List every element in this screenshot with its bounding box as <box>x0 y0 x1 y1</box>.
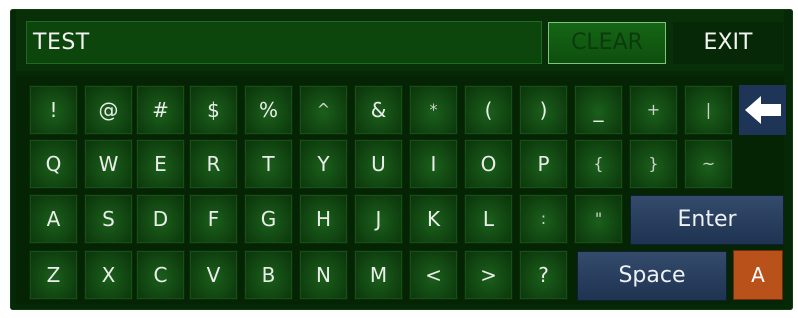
key[interactable]: B <box>244 250 293 300</box>
key[interactable]: N <box>299 250 348 300</box>
key[interactable]: " <box>574 194 623 244</box>
key[interactable]: J <box>354 194 403 244</box>
key[interactable]: H <box>299 194 348 244</box>
clear-button[interactable]: CLEAR <box>548 22 666 64</box>
space-button[interactable]: Space <box>577 251 727 301</box>
key[interactable]: ( <box>464 85 513 135</box>
key[interactable]: ? <box>519 250 568 300</box>
mode-toggle-button[interactable]: A <box>733 250 783 300</box>
text-input[interactable]: TEST <box>26 21 542 64</box>
key[interactable]: * <box>409 85 458 135</box>
key[interactable]: E <box>136 139 185 189</box>
key[interactable]: K <box>409 194 458 244</box>
key[interactable]: G <box>244 194 293 244</box>
exit-button[interactable]: EXIT <box>673 22 783 64</box>
key[interactable]: > <box>464 250 513 300</box>
enter-button[interactable]: Enter <box>630 195 784 245</box>
key[interactable]: X <box>84 250 133 300</box>
key[interactable]: { <box>574 139 623 189</box>
key[interactable]: _ <box>574 85 623 135</box>
key[interactable]: A <box>29 194 78 244</box>
key[interactable]: ! <box>29 85 78 135</box>
key[interactable]: C <box>136 250 185 300</box>
key[interactable]: L <box>464 194 513 244</box>
key[interactable]: Y <box>299 139 348 189</box>
key[interactable]: O <box>464 139 513 189</box>
key[interactable]: I <box>409 139 458 189</box>
key[interactable]: ) <box>519 85 568 135</box>
key[interactable]: ~ <box>684 139 733 189</box>
backspace-arrow-icon <box>745 96 781 124</box>
key[interactable]: F <box>189 194 238 244</box>
key[interactable]: $ <box>189 85 238 135</box>
key[interactable]: Q <box>29 139 78 189</box>
backspace-button[interactable] <box>739 85 786 135</box>
key[interactable]: | <box>684 85 733 135</box>
key[interactable]: + <box>629 85 678 135</box>
key[interactable]: U <box>354 139 403 189</box>
key[interactable]: < <box>409 250 458 300</box>
key[interactable]: W <box>84 139 133 189</box>
key[interactable]: # <box>136 85 185 135</box>
key[interactable]: @ <box>84 85 133 135</box>
key[interactable]: V <box>189 250 238 300</box>
key[interactable]: ^ <box>299 85 348 135</box>
key[interactable]: D <box>136 194 185 244</box>
key[interactable]: T <box>244 139 293 189</box>
key[interactable]: % <box>244 85 293 135</box>
key[interactable]: S <box>84 194 133 244</box>
key[interactable]: R <box>189 139 238 189</box>
key[interactable]: P <box>519 139 568 189</box>
key[interactable]: & <box>354 85 403 135</box>
key[interactable]: } <box>629 139 678 189</box>
key[interactable]: M <box>354 250 403 300</box>
key[interactable]: Z <box>29 250 78 300</box>
key[interactable]: : <box>519 194 568 244</box>
